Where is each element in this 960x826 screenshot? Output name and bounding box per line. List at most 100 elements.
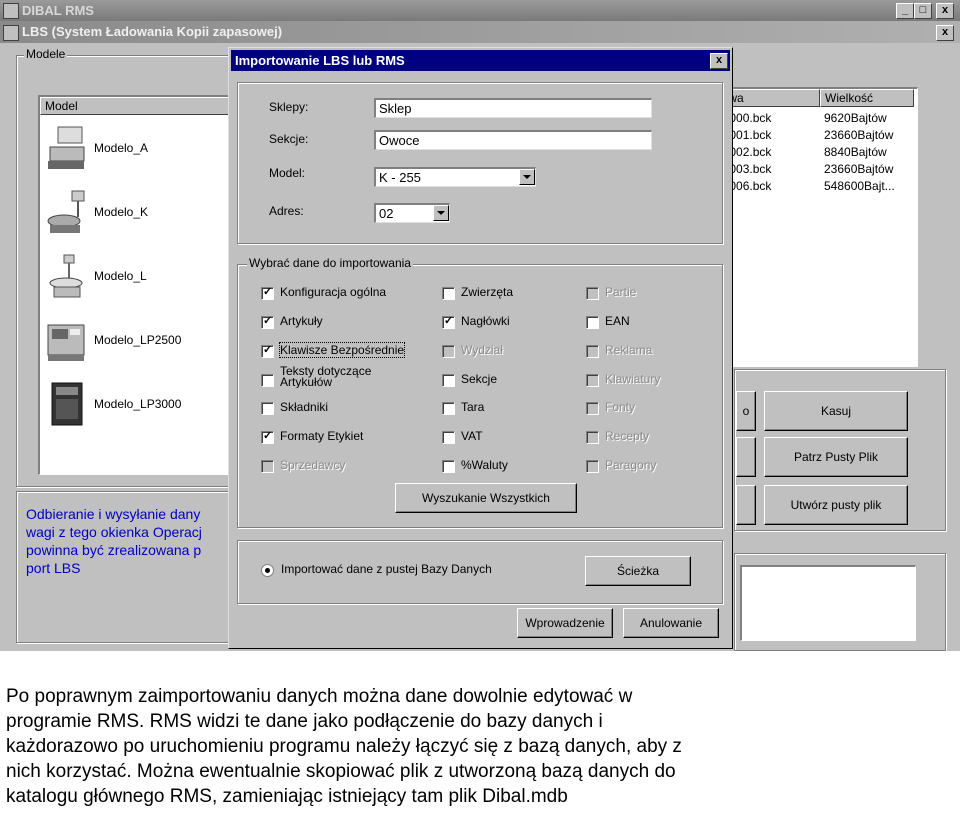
list-item[interactable]: Modelo_L xyxy=(40,247,230,307)
checkbox-zwierzeta[interactable]: Zwierzęta xyxy=(442,285,562,303)
import-group-label: Wybrać dane do importowania xyxy=(247,256,413,270)
model-label: Modelo_LP2500 xyxy=(94,333,182,347)
checkbox-label: Reklama xyxy=(605,343,653,357)
checkbox-label: EAN xyxy=(605,314,630,328)
checkbox-box[interactable] xyxy=(442,460,455,473)
scale-a-icon xyxy=(48,126,85,169)
lbs-title-bar[interactable]: LBS (System Ładowania Kopii zapasowej) x xyxy=(0,21,960,43)
outer-window-title: DIBAL RMS xyxy=(22,3,94,18)
list-item[interactable]: Modelo_A xyxy=(40,119,230,179)
checkbox-recepty: Recepty xyxy=(586,429,706,447)
checkbox-klawisze[interactable]: Klawisze Bezpośrednie xyxy=(261,342,431,361)
checkbox-sprzedawcy: Sprzedawcy xyxy=(261,458,431,476)
adres-label: Adres: xyxy=(269,204,304,218)
lbs-app-icon xyxy=(3,25,19,41)
sklepy-field[interactable]: Sklep xyxy=(374,98,652,118)
checkbox-formaty[interactable]: Formaty Etykiet xyxy=(261,429,431,447)
partial-button-2[interactable] xyxy=(736,437,756,477)
scale-l-icon xyxy=(49,254,83,298)
model-column-header[interactable]: Model xyxy=(40,97,236,115)
log-area[interactable] xyxy=(740,565,916,641)
checkbox-label: Nagłówki xyxy=(461,314,510,328)
checkbox-label: VAT xyxy=(461,429,483,443)
checkbox-partie: Partie xyxy=(586,285,706,303)
checkbox-waluty[interactable]: %Waluty xyxy=(442,458,562,476)
checkbox-label: Artykuły xyxy=(280,314,323,328)
list-item[interactable]: Modelo_K xyxy=(40,183,230,243)
checkbox-ean[interactable]: EAN xyxy=(586,314,706,332)
chevron-down-icon[interactable] xyxy=(519,169,535,185)
checkbox-label: Wydział xyxy=(461,343,503,357)
list-item[interactable]: Modelo_LP3000 xyxy=(40,375,230,435)
checkbox-label: Konfiguracja ogólna xyxy=(280,285,387,299)
checkbox-naglowki[interactable]: Nagłówki xyxy=(442,314,562,332)
checkbox-label: Sprzedawcy xyxy=(280,458,346,472)
checkbox-box[interactable] xyxy=(442,374,455,387)
scale-k-icon xyxy=(47,190,85,233)
patrz-pusty-plik-button[interactable]: Patrz Pusty Plik xyxy=(764,437,908,477)
info-text-line: powinna być zrealizowana p xyxy=(26,542,202,558)
checkbox-skladniki[interactable]: Składniki xyxy=(261,400,431,418)
checkbox-teksty[interactable]: Teksty dotyczące Artykułów xyxy=(261,366,431,390)
checkbox-konfiguracja[interactable]: Konfiguracja ogólna xyxy=(261,285,431,303)
checkbox-label: Partie xyxy=(605,285,637,299)
caption-line: nich korzystać. Można ewentualnie skopio… xyxy=(6,761,676,782)
checkbox-label: Formaty Etykiet xyxy=(280,429,364,443)
partial-button[interactable]: o xyxy=(736,391,756,431)
checkbox-vat[interactable]: VAT xyxy=(442,429,562,447)
checkbox-box[interactable] xyxy=(261,343,274,358)
checkbox-box[interactable] xyxy=(261,374,274,387)
search-all-button[interactable]: Wyszukanie Wszystkich xyxy=(395,483,577,513)
ok-button[interactable]: Wprowadzenie xyxy=(517,608,613,638)
checkbox-box xyxy=(442,345,455,358)
caption-line: katalogu głównego RMS, zamieniając istni… xyxy=(6,786,568,807)
checkbox-box[interactable] xyxy=(442,402,455,415)
path-button[interactable]: Ścieżka xyxy=(585,556,691,586)
import-empty-db-label: Importować dane z pustej Bazy Danych xyxy=(281,562,492,576)
checkbox-box xyxy=(261,460,274,473)
checkbox-box[interactable] xyxy=(442,431,455,444)
minimize-button[interactable]: _ xyxy=(896,3,914,19)
file-size: 23660Bajtów xyxy=(824,128,894,142)
checkbox-label: Składniki xyxy=(280,400,329,414)
model-select[interactable]: K - 255 xyxy=(374,167,536,187)
model-label: Modelo_A xyxy=(94,141,149,155)
model-select-value: K - 255 xyxy=(379,170,421,185)
kasuj-button[interactable]: Kasuj xyxy=(764,391,908,431)
checkbox-artykuly[interactable]: Artykuły xyxy=(261,314,431,332)
lbs-close-button[interactable]: x xyxy=(936,25,954,41)
checkbox-box[interactable] xyxy=(586,316,599,329)
partial-button-3[interactable] xyxy=(736,485,756,525)
utworz-pusty-plik-button[interactable]: Utwórz pusty plik xyxy=(764,485,908,525)
checkbox-box[interactable] xyxy=(261,314,274,329)
checkbox-paragony: Paragony xyxy=(586,458,706,476)
cancel-button[interactable]: Anulowanie xyxy=(623,608,719,638)
adres-select[interactable]: 02 xyxy=(374,203,450,223)
import-empty-db-radio[interactable] xyxy=(261,564,274,577)
lbs-window-title: LBS (System Ładowania Kopii zapasowej) xyxy=(22,24,283,39)
dialog-title-bar[interactable]: Importowanie LBS lub RMS x xyxy=(231,50,730,71)
checkbox-box[interactable] xyxy=(261,429,274,444)
maximize-button[interactable]: □ xyxy=(914,3,932,19)
checkbox-sekcje[interactable]: Sekcje xyxy=(442,372,562,390)
dialog-close-button[interactable]: x xyxy=(710,53,728,69)
checkbox-box[interactable] xyxy=(442,314,455,329)
checkbox-box[interactable] xyxy=(261,402,274,415)
models-list[interactable]: Model Modelo_A Modelo_K Modelo_L Modelo_… xyxy=(38,95,238,475)
info-text-line: port LBS xyxy=(26,560,81,576)
sekcje-field[interactable]: Owoce xyxy=(374,130,652,150)
list-item[interactable]: Modelo_LP2500 xyxy=(40,311,230,371)
chevron-down-icon[interactable] xyxy=(433,205,449,221)
close-button[interactable]: x xyxy=(936,3,954,19)
sekcje-label: Sekcje: xyxy=(269,132,309,146)
caption-line: Po poprawnym zaimportowaniu danych można… xyxy=(6,686,633,707)
info-text-line: Odbieranie i wysyłanie dany xyxy=(26,506,201,522)
size-column-header[interactable]: Wielkość xyxy=(820,89,914,107)
checkbox-box xyxy=(586,402,599,415)
checkbox-box[interactable] xyxy=(261,285,274,300)
outer-title-bar[interactable]: DIBAL RMS _ □ x xyxy=(0,0,960,21)
checkbox-label: Tara xyxy=(461,400,485,414)
checkbox-box[interactable] xyxy=(442,287,455,300)
checkbox-label: Klawisze Bezpośrednie xyxy=(278,342,406,358)
checkbox-tara[interactable]: Tara xyxy=(442,400,562,418)
